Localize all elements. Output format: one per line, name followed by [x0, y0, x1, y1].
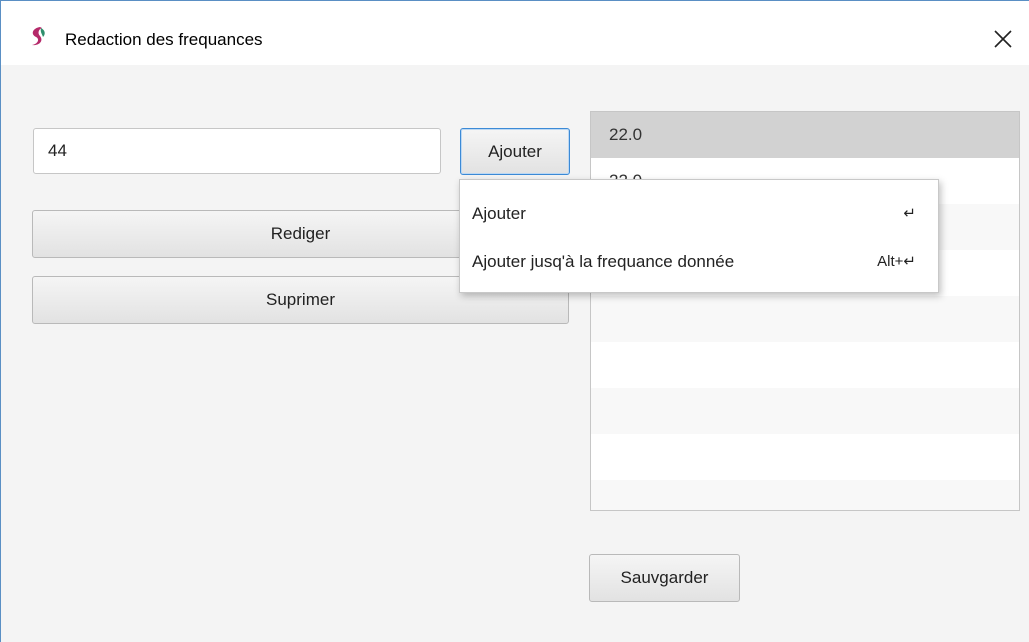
menu-item-add[interactable]: Ajouter ↵	[460, 192, 938, 236]
empty-list-row	[591, 388, 1019, 434]
menu-item-label: Ajouter jusq'à la frequance donnée	[472, 252, 735, 271]
list-item[interactable]: 22.0	[591, 112, 1019, 158]
menu-item-label: Ajouter	[472, 204, 526, 223]
window-title: Redaction des frequances	[65, 30, 263, 49]
empty-list-row	[591, 342, 1019, 388]
edit-button-label: Rediger	[270, 224, 331, 243]
save-button-label: Sauvgarder	[620, 568, 709, 587]
menu-item-add-up-to-frequency[interactable]: Ajouter jusq'à la frequance donnée Alt+↵	[460, 240, 938, 284]
add-button-label: Ajouter	[488, 141, 542, 161]
frequency-list[interactable]: 22.0 22.0	[590, 111, 1020, 511]
frequency-input[interactable]	[33, 128, 441, 174]
delete-button-label: Suprimer	[266, 290, 335, 309]
frequency-editor-window: Redaction des frequances Ajouter Rediger…	[0, 0, 1029, 642]
save-button[interactable]: Sauvgarder	[589, 554, 740, 602]
menu-item-accelerator: Alt+↵	[877, 253, 916, 270]
empty-list-row	[591, 480, 1019, 510]
empty-list-row	[591, 296, 1019, 342]
list-item-value: 22.0	[609, 125, 643, 144]
app-logo-icon	[32, 27, 45, 46]
title-bar: Redaction des frequances	[1, 1, 1029, 65]
menu-item-accelerator: ↵	[903, 205, 916, 222]
close-button[interactable]	[983, 21, 1023, 57]
add-context-menu: Ajouter ↵ Ajouter jusq'à la frequance do…	[459, 179, 939, 293]
empty-list-row	[591, 434, 1019, 480]
close-icon	[994, 30, 1012, 48]
add-button[interactable]: Ajouter	[460, 128, 570, 175]
